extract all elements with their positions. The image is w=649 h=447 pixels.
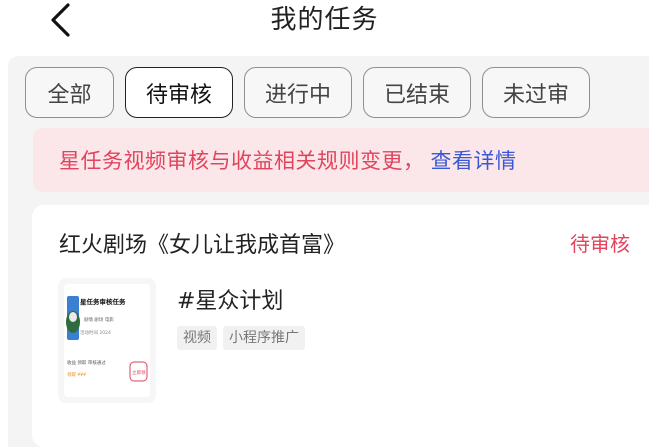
rule-change-notice: 星任务视频审核与收益相关规则变更， 查看详情 bbox=[33, 128, 649, 192]
content-area: 全部 待审核 进行中 已结束 未过审 星任务视频审核与收益相关规则变更， 查看详… bbox=[8, 56, 649, 447]
poster-button: 立即领 bbox=[132, 369, 146, 376]
tab-ended[interactable]: 已结束 bbox=[363, 67, 471, 118]
tab-pending-review[interactable]: 待审核 bbox=[125, 67, 233, 118]
task-chips: 视频 小程序推广 bbox=[177, 326, 305, 350]
tab-all[interactable]: 全部 bbox=[25, 67, 114, 118]
poster-line1: 剧情 剧场 电影 bbox=[84, 316, 114, 323]
poster-line3: 收益 领取 审核通过 bbox=[67, 359, 106, 366]
filter-tabs: 全部 待审核 进行中 已结束 未过审 bbox=[25, 67, 590, 118]
campaign-tag: #星众计划 bbox=[177, 289, 284, 314]
task-card[interactable]: 红火剧场《女儿让我成首富》 待审核 星任务审核任务 剧情 剧场 电影 活动时间 … bbox=[32, 205, 649, 447]
header-bar: 我的任务 bbox=[0, 0, 649, 52]
thumbnail-poster: 星任务审核任务 剧情 剧场 电影 活动时间 2024 收益 领取 审核通过 领取… bbox=[64, 284, 150, 397]
tab-rejected[interactable]: 未过审 bbox=[482, 67, 590, 118]
chip-mini-program: 小程序推广 bbox=[223, 326, 305, 350]
poster-line4: 领取 ¥¥¥ bbox=[67, 371, 86, 378]
poster-graphic: 星任务审核任务 剧情 剧场 电影 活动时间 2024 收益 领取 审核通过 领取… bbox=[64, 284, 150, 397]
view-details-link[interactable]: 查看详情 bbox=[431, 145, 517, 175]
task-thumbnail[interactable]: 星任务审核任务 剧情 剧场 电影 活动时间 2024 收益 领取 审核通过 领取… bbox=[58, 278, 156, 403]
notice-message: 星任务视频审核与收益相关规则变更， bbox=[59, 149, 425, 173]
task-title: 红火剧场《女儿让我成首富》 bbox=[59, 233, 346, 258]
page-title: 我的任务 bbox=[270, 5, 379, 35]
tab-in-progress[interactable]: 进行中 bbox=[244, 67, 352, 118]
poster-heading: 星任务审核任务 bbox=[80, 297, 126, 306]
status-badge: 待审核 bbox=[570, 232, 630, 256]
poster-line2: 活动时间 2024 bbox=[80, 329, 111, 336]
chip-video: 视频 bbox=[177, 326, 217, 350]
